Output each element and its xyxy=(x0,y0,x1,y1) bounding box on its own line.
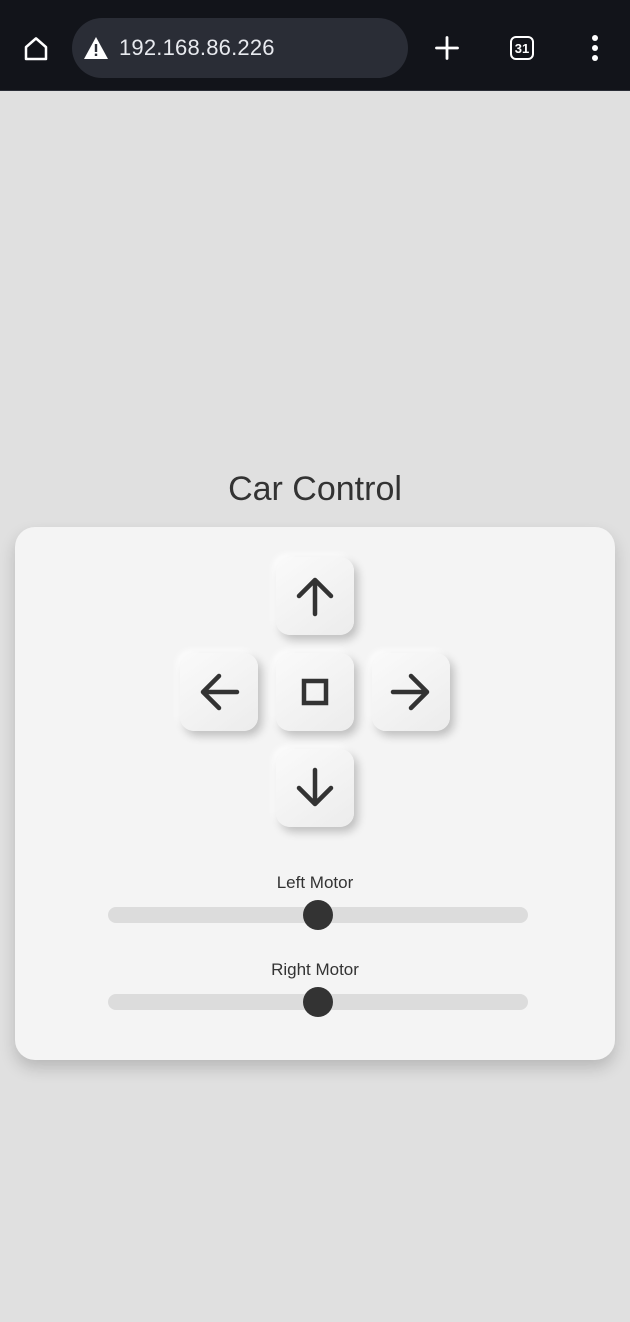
left-button[interactable] xyxy=(180,653,258,731)
home-button[interactable] xyxy=(14,27,58,71)
new-tab-button[interactable] xyxy=(425,26,469,70)
right-motor-label: Right Motor xyxy=(271,960,359,979)
menu-button[interactable] xyxy=(573,26,617,70)
plus-icon xyxy=(435,36,459,60)
tabs-icon: 31 xyxy=(510,36,534,60)
home-icon xyxy=(24,37,48,61)
forward-button[interactable] xyxy=(276,557,354,635)
left-motor-label: Left Motor xyxy=(276,873,354,892)
control-panel: Left Motor Right Motor xyxy=(15,527,615,1060)
stop-button[interactable] xyxy=(276,653,354,731)
arrow-down-icon xyxy=(296,767,334,807)
more-vert-icon xyxy=(592,35,598,61)
warning-icon[interactable] xyxy=(83,35,109,61)
left-motor-slider[interactable] xyxy=(108,900,528,930)
arrow-right-icon xyxy=(390,673,430,711)
page-title: Car Control xyxy=(228,470,402,508)
right-button[interactable] xyxy=(372,653,450,731)
browser-toolbar: 192.168.86.226 31 xyxy=(0,0,630,91)
arrow-left-icon xyxy=(200,673,240,711)
url-text: 192.168.86.226 xyxy=(119,35,275,60)
right-motor-slider-thumb[interactable] xyxy=(303,987,333,1017)
arrow-up-icon xyxy=(296,577,334,617)
address-bar[interactable]: 192.168.86.226 xyxy=(72,18,408,78)
stop-icon xyxy=(301,678,329,706)
left-motor-slider-thumb[interactable] xyxy=(303,900,333,930)
backward-button[interactable] xyxy=(276,749,354,827)
right-motor-slider[interactable] xyxy=(108,987,528,1017)
tab-switcher-button[interactable]: 31 xyxy=(500,26,544,70)
tab-count: 31 xyxy=(514,40,530,56)
